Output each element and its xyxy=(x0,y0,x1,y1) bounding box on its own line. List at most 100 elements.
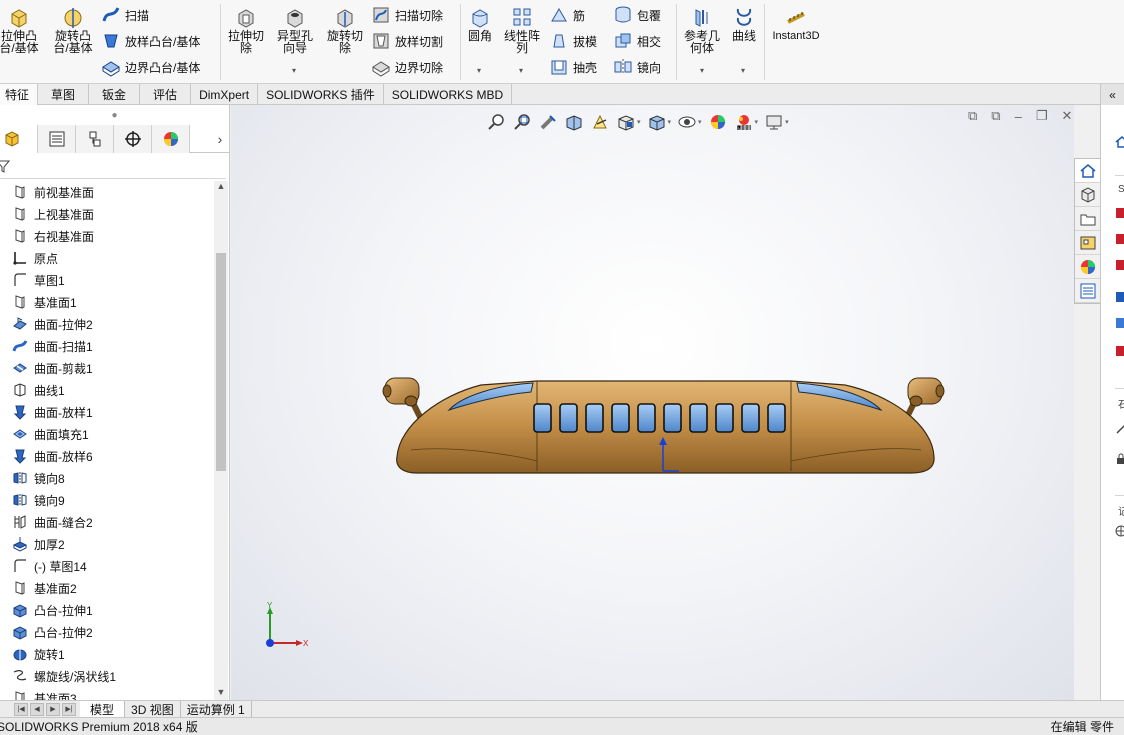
sw-red-icon[interactable] xyxy=(1115,259,1124,271)
propertymanager-tab[interactable] xyxy=(38,125,76,153)
tree-item[interactable]: 螺旋线/涡状线1 xyxy=(0,665,214,687)
revolve-boss-label: 旋转凸台/基体 xyxy=(53,29,93,55)
train-model[interactable] xyxy=(231,105,1074,700)
fillet-dropdown-icon[interactable]: ▾ xyxy=(477,66,481,75)
tree-item[interactable]: 镜向9 xyxy=(0,489,214,511)
tree-item[interactable]: 曲面-剪裁1 xyxy=(0,357,214,379)
tab-sheet-metal[interactable]: 钣金 xyxy=(89,84,141,105)
linear-pattern-button[interactable]: 线性阵列 xyxy=(500,6,544,54)
tree-item[interactable]: 上视基准面 xyxy=(0,203,214,225)
tree-item[interactable]: (-) 草图14 xyxy=(0,555,214,577)
scrollbar-thumb[interactable] xyxy=(216,253,226,471)
sweep-label: 扫描 xyxy=(125,8,150,23)
tree-item[interactable]: 曲面-放样6 xyxy=(0,445,214,467)
tree-item[interactable]: 曲面填充1 xyxy=(0,423,214,445)
revolve-boss-button[interactable]: 旋转凸台/基体 xyxy=(48,6,98,54)
sw-red-icon[interactable] xyxy=(1115,207,1124,219)
intersect-button[interactable]: 相交 xyxy=(613,30,661,52)
lofted-cut-button[interactable]: 放样切割 xyxy=(371,30,443,52)
tab-features[interactable]: 特征 xyxy=(0,84,39,105)
linear-pattern-dropdown-icon[interactable]: ▾ xyxy=(519,66,523,75)
ref-geometry-dropdown-icon[interactable]: ▾ xyxy=(700,66,704,75)
boundary-cut-button[interactable]: 边界切除 xyxy=(371,56,443,78)
wrap-button[interactable]: 包覆 xyxy=(613,4,661,26)
view-palette-tab[interactable] xyxy=(1075,231,1100,255)
tree-item[interactable]: 凸台-拉伸2 xyxy=(0,621,214,643)
extrude-cut-button[interactable]: 拉伸切除 xyxy=(224,6,268,54)
hole-wizard-dropdown-icon[interactable]: ▾ xyxy=(292,66,296,75)
tree-item[interactable]: 曲面-放样1 xyxy=(0,401,214,423)
tree-item[interactable]: 镜向8 xyxy=(0,467,214,489)
swept-cut-button[interactable]: 扫描切除 xyxy=(371,4,443,26)
hole-wizard-button[interactable]: 异型孔向导 xyxy=(272,6,318,54)
curves-dropdown-icon[interactable]: ▾ xyxy=(741,66,745,75)
ref-geometry-button[interactable]: 参考几何体 xyxy=(680,6,724,54)
tree-item[interactable]: 曲线1 xyxy=(0,379,214,401)
tree-item[interactable]: 草图1 xyxy=(0,269,214,291)
shell-button[interactable]: 抽壳 xyxy=(549,56,597,78)
panel-grip-handle[interactable]: ● xyxy=(0,105,229,125)
tab-addins[interactable]: SOLIDWORKS 插件 xyxy=(258,84,384,105)
scroll-down-icon[interactable]: ▼ xyxy=(214,687,228,701)
plane-icon xyxy=(12,206,28,222)
home-icon[interactable] xyxy=(1115,135,1124,149)
sw-red-icon[interactable] xyxy=(1115,233,1124,245)
tab-mbd[interactable]: SOLIDWORKS MBD xyxy=(384,84,513,105)
next-tab-icon[interactable]: ▶ xyxy=(46,702,60,716)
tree-item[interactable]: 曲面-扫描1 xyxy=(0,335,214,357)
prev-tab-icon[interactable]: ◀ xyxy=(30,702,44,716)
tab-motion-study[interactable]: 运动算例 1 xyxy=(181,700,252,718)
sw-blue-icon[interactable] xyxy=(1115,317,1124,329)
tree-item[interactable]: 原点 xyxy=(0,247,214,269)
tree-item[interactable]: 加厚2 xyxy=(0,533,214,555)
link-icon[interactable] xyxy=(1115,423,1124,435)
instant3d-button[interactable]: Instant3D xyxy=(768,6,824,42)
loft-boss-button[interactable]: 放样凸台/基体 xyxy=(101,30,200,52)
tree-item[interactable]: 基准面2 xyxy=(0,577,214,599)
lock-icon[interactable] xyxy=(1115,453,1124,465)
graphics-area[interactable]: ▾ ▾ ▾ ▾ ▾ ⧉ ⧉ – ❐ ✕ Y X xyxy=(231,105,1074,700)
featuremanager-tab[interactable] xyxy=(0,125,38,153)
draft-button[interactable]: 拔模 xyxy=(549,30,597,52)
tree-scrollbar[interactable]: ▲ ▼ xyxy=(214,181,228,701)
panel-scroll-right[interactable]: › xyxy=(210,125,230,152)
dimxpertmanager-tab[interactable] xyxy=(114,125,152,153)
tab-evaluate[interactable]: 评估 xyxy=(140,84,192,105)
curves-button[interactable]: 曲线 xyxy=(728,6,760,42)
sweep-button[interactable]: 扫描 xyxy=(101,4,149,26)
tree-item[interactable]: 凸台-拉伸1 xyxy=(0,599,214,621)
tab-dimxpert[interactable]: DimXpert xyxy=(191,84,259,105)
solidworks-resources-tab[interactable] xyxy=(1075,159,1100,183)
file-explorer-tab[interactable] xyxy=(1075,207,1100,231)
design-library-tab[interactable] xyxy=(1075,183,1100,207)
extrude-boss-button[interactable]: 拉伸凸台/基体 xyxy=(0,6,44,54)
tab-model[interactable]: 模型 xyxy=(80,700,126,718)
tree-item[interactable]: 曲面-缝合2 xyxy=(0,511,214,533)
tree-filter-row[interactable] xyxy=(0,153,226,179)
tree-item[interactable]: 曲面-拉伸2 xyxy=(0,313,214,335)
mirror-button[interactable]: 镜向 xyxy=(613,56,661,78)
custom-properties-tab[interactable] xyxy=(1075,279,1100,303)
tab-sketch[interactable]: 草图 xyxy=(38,84,90,105)
revolve-cut-button[interactable]: 旋转切除 xyxy=(321,6,369,54)
sw-red-icon[interactable] xyxy=(1115,345,1124,357)
tree-item[interactable]: 前视基准面 xyxy=(0,181,214,203)
boundary-boss-button[interactable]: 边界凸台/基体 xyxy=(101,56,200,78)
last-tab-icon[interactable]: ▶| xyxy=(62,702,76,716)
tree-item[interactable]: 基准面3 xyxy=(0,687,214,701)
displaymanager-tab[interactable] xyxy=(152,125,190,153)
home-icon xyxy=(1080,163,1095,178)
tree-item[interactable]: 旋转1 xyxy=(0,643,214,665)
tab-3d-view[interactable]: 3D 视图 xyxy=(125,700,181,718)
tree-item[interactable]: 基准面1 xyxy=(0,291,214,313)
appearances-tab[interactable] xyxy=(1075,255,1100,279)
tree-item[interactable]: 右视基准面 xyxy=(0,225,214,247)
sw-blue-icon[interactable] xyxy=(1115,291,1124,303)
collapse-taskpane-button[interactable]: « xyxy=(1100,84,1124,105)
rib-button[interactable]: 筋 xyxy=(549,4,585,26)
globe-icon[interactable] xyxy=(1115,525,1124,537)
configurationmanager-tab[interactable] xyxy=(76,125,114,153)
scroll-up-icon[interactable]: ▲ xyxy=(214,181,228,195)
first-tab-icon[interactable]: |◀ xyxy=(14,702,28,716)
fillet-button[interactable]: 圆角 xyxy=(464,6,496,42)
